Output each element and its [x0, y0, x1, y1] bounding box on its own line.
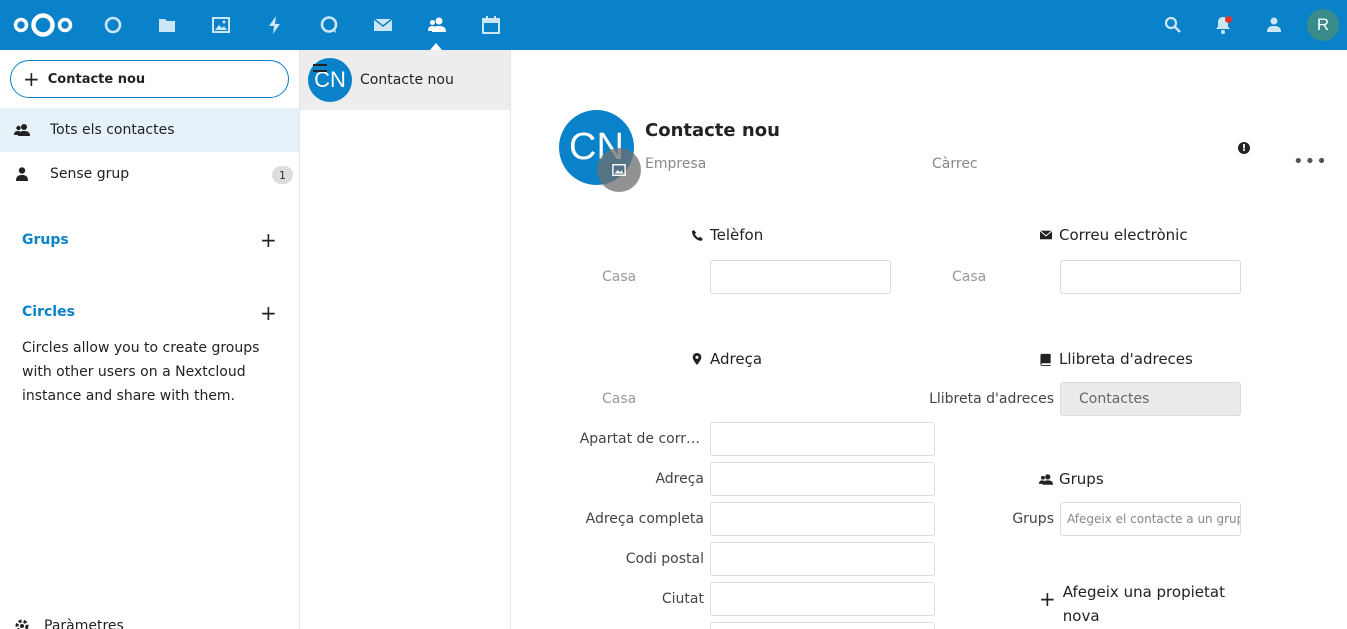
group-icon — [1039, 472, 1053, 486]
address-section-title: Adreça — [690, 350, 762, 368]
menu-lines-icon — [313, 64, 327, 72]
phone-icon — [690, 228, 704, 242]
active-app-indicator — [430, 43, 442, 50]
contact-avatar: CN — [308, 58, 352, 102]
phone-input[interactable] — [710, 260, 891, 294]
addressbook-section-title: Llibreta d'adreces — [1039, 350, 1193, 368]
settings-button[interactable]: Paràmetres — [14, 618, 124, 629]
full-address-label: Adreça completa — [585, 511, 704, 527]
addressbook-label: Llibreta d'adreces — [929, 391, 1054, 407]
book-icon — [1039, 352, 1053, 366]
add-circle-plus-icon[interactable]: + — [260, 303, 277, 323]
postal-code-input[interactable] — [710, 542, 935, 576]
phone-section-title: Telèfon — [690, 226, 763, 244]
activity-icon[interactable] — [263, 13, 287, 37]
app-navigation: + Contacte nou Tots els contactes Sense … — [0, 50, 300, 629]
more-options-icon[interactable]: ••• — [1293, 153, 1328, 171]
upload-photo-icon[interactable] — [597, 148, 641, 192]
section-title-text: Correu electrònic — [1059, 226, 1188, 244]
calendar-icon[interactable] — [479, 13, 503, 37]
section-title-text: Llibreta d'adreces — [1059, 350, 1193, 368]
next-address-input[interactable] — [710, 622, 935, 629]
circles-description: Circles allow you to create groups with … — [22, 340, 260, 404]
contact-list: CN Contacte nou — [300, 50, 511, 629]
sidebar-item-no-group[interactable]: Sense grup 1 — [0, 152, 299, 196]
company-field[interactable]: Empresa — [645, 156, 706, 172]
notification-dot — [1225, 16, 1232, 23]
phone-type-label[interactable]: Casa — [602, 269, 636, 285]
sidebar-item-all-contacts[interactable]: Tots els contactes — [0, 108, 299, 152]
job-title-field[interactable]: Càrrec — [932, 156, 978, 172]
list-item[interactable]: CN Contacte nou — [300, 50, 510, 110]
groups-label: Grups — [1012, 511, 1054, 527]
add-property-button[interactable]: + Afegeix una propietat nova — [1039, 580, 1233, 628]
files-icon[interactable] — [155, 13, 179, 37]
new-contact-label: Contacte nou — [47, 71, 146, 87]
groups-input[interactable]: Afegeix el contacte a un grup — [1060, 502, 1241, 536]
new-contact-button[interactable]: + Contacte nou — [10, 60, 289, 98]
city-label: Ciutat — [661, 591, 704, 607]
contacts-icon[interactable] — [425, 13, 449, 37]
groups-section-title: Grups — [1039, 470, 1104, 488]
contacts-menu-icon[interactable] — [1261, 13, 1285, 37]
po-box-label: Apartat de corr… — [579, 431, 700, 447]
address-label: Adreça — [655, 471, 704, 487]
plus-icon: + — [1039, 587, 1056, 611]
email-input[interactable] — [1060, 260, 1241, 294]
section-title-text: Grups — [1059, 470, 1104, 488]
section-title-text: Telèfon — [710, 226, 764, 244]
count-badge: 1 — [272, 166, 293, 184]
top-header: R — [0, 0, 1347, 50]
mail-icon[interactable] — [371, 13, 395, 37]
user-icon — [14, 166, 30, 182]
nextcloud-logo-icon[interactable] — [12, 10, 74, 40]
email-type-label[interactable]: Casa — [952, 269, 986, 285]
sidebar-item-label: Sense grup — [50, 166, 130, 182]
talk-icon[interactable] — [317, 13, 341, 37]
location-pin-icon — [690, 352, 704, 366]
section-title-text: Adreça — [710, 350, 763, 368]
circles-section-title[interactable]: Circles — [22, 304, 75, 320]
groups-section-title[interactable]: Grups — [22, 232, 69, 248]
sidebar-item-label: Tots els contactes — [50, 122, 175, 138]
warning-icon[interactable]: ! — [1238, 142, 1250, 154]
user-avatar[interactable]: R — [1307, 9, 1339, 41]
po-box-input[interactable] — [710, 422, 935, 456]
city-input[interactable] — [710, 582, 935, 616]
add-property-label: Afegeix una propietat nova — [1062, 583, 1225, 625]
search-icon[interactable] — [1161, 13, 1185, 37]
postal-code-label: Codi postal — [625, 551, 704, 567]
address-type-label[interactable]: Casa — [602, 391, 636, 407]
contact-name-field[interactable]: Contacte nou — [645, 120, 780, 141]
group-icon — [14, 122, 30, 138]
mail-icon — [1039, 228, 1053, 242]
gear-icon — [14, 618, 30, 629]
addressbook-select[interactable]: Contactes — [1060, 382, 1241, 416]
contact-name: Contacte nou — [360, 72, 454, 88]
plus-icon: + — [23, 67, 40, 91]
address-input[interactable] — [710, 462, 935, 496]
add-group-plus-icon[interactable]: + — [260, 230, 277, 250]
email-section-title: Correu electrònic — [1039, 226, 1188, 244]
settings-label: Paràmetres — [44, 618, 124, 629]
dashboard-icon[interactable] — [101, 13, 125, 37]
full-address-input[interactable] — [710, 502, 935, 536]
photos-icon[interactable] — [209, 13, 233, 37]
